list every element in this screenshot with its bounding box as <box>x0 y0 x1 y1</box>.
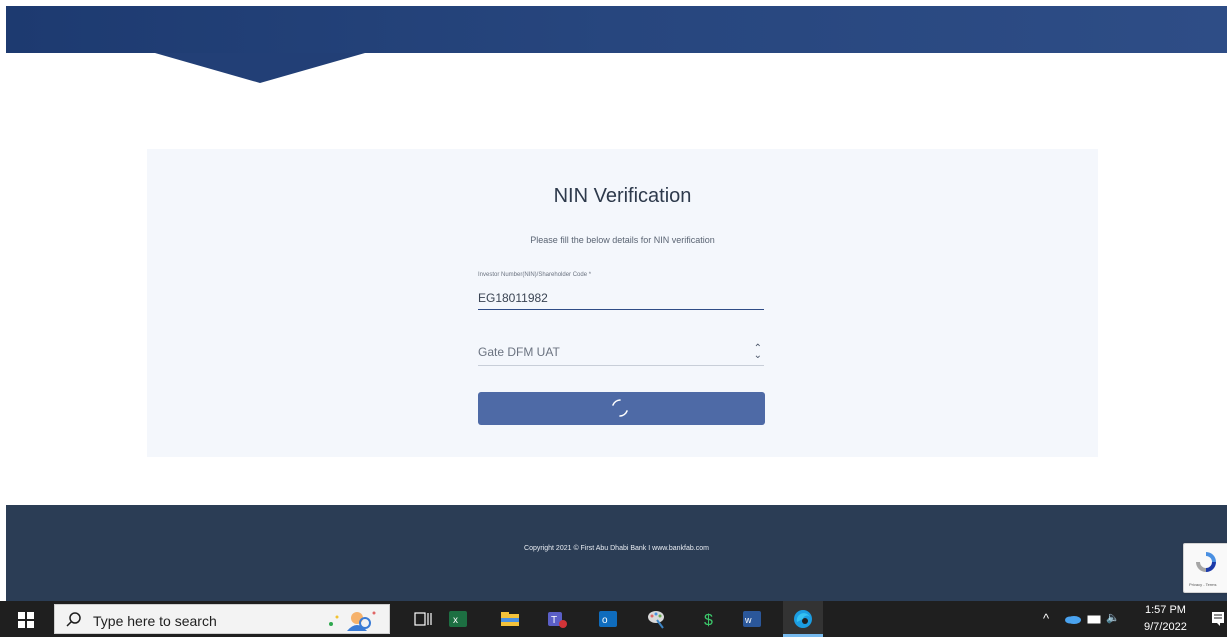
outlook-icon[interactable]: o <box>597 608 619 630</box>
svg-text:w: w <box>744 615 752 625</box>
verification-card: NIN Verification Please fill the below d… <box>147 149 1098 457</box>
word-icon[interactable]: w <box>741 608 763 630</box>
recaptcha-badge[interactable]: Privacy - Terms <box>1183 543 1227 593</box>
windows-start-icon[interactable] <box>18 612 34 628</box>
search-placeholder: Type here to search <box>93 613 217 629</box>
search-icon <box>66 612 81 627</box>
search-highlight-icon <box>329 611 376 631</box>
loading-spinner-icon <box>612 399 628 417</box>
taskbar-time[interactable]: 1:57 PM <box>1145 604 1186 616</box>
svg-text:T: T <box>551 615 557 626</box>
onedrive-icon[interactable] <box>1064 614 1082 624</box>
recaptcha-icon <box>1196 552 1216 572</box>
windows-taskbar: Type here to search x T o $ w ^ 🔈 1:57 P… <box>0 601 1227 637</box>
exchange-select-value: Gate DFM UAT <box>478 345 560 359</box>
taskbar-search-box[interactable]: Type here to search <box>54 604 390 634</box>
network-icon[interactable] <box>1087 613 1101 625</box>
svg-text:x: x <box>453 615 458 626</box>
page-title: NIN Verification <box>553 185 692 207</box>
task-view-icon[interactable] <box>412 608 434 630</box>
form-subtitle: Please fill the below details for NIN ve… <box>530 235 715 245</box>
notification-icon[interactable] <box>1211 611 1225 627</box>
page-footer: Copyright 2021 © First Abu Dhabi Bank I … <box>6 505 1227 601</box>
file-explorer-icon[interactable] <box>499 608 521 630</box>
svg-text:o: o <box>602 615 608 626</box>
recaptcha-links: Privacy - Terms <box>1189 582 1217 587</box>
header-chevron-decoration <box>155 53 365 83</box>
select-updown-icon: ⌃ ⌄ <box>753 343 762 361</box>
volume-icon[interactable]: 🔈 <box>1106 611 1120 624</box>
nin-field-label: Investor Number(NIN)/Shareholder Code * <box>478 272 592 278</box>
dollar-app-icon[interactable]: $ <box>698 608 720 630</box>
taskbar-date[interactable]: 9/7/2022 <box>1144 621 1187 633</box>
exchange-select[interactable]: Gate DFM UAT ⌃ ⌄ <box>478 339 764 366</box>
excel-icon[interactable]: x <box>447 608 469 630</box>
chevron-up-icon[interactable]: ^ <box>1043 611 1049 626</box>
teams-icon[interactable]: T <box>546 608 568 630</box>
submit-button[interactable] <box>478 392 765 425</box>
nin-input[interactable] <box>478 287 764 310</box>
svg-text:$: $ <box>704 612 713 629</box>
top-header-bar <box>6 6 1227 53</box>
edge-browser-icon[interactable] <box>792 608 814 630</box>
copyright-text: Copyright 2021 © First Abu Dhabi Bank I … <box>524 545 709 552</box>
paint-app-icon[interactable] <box>645 608 667 630</box>
